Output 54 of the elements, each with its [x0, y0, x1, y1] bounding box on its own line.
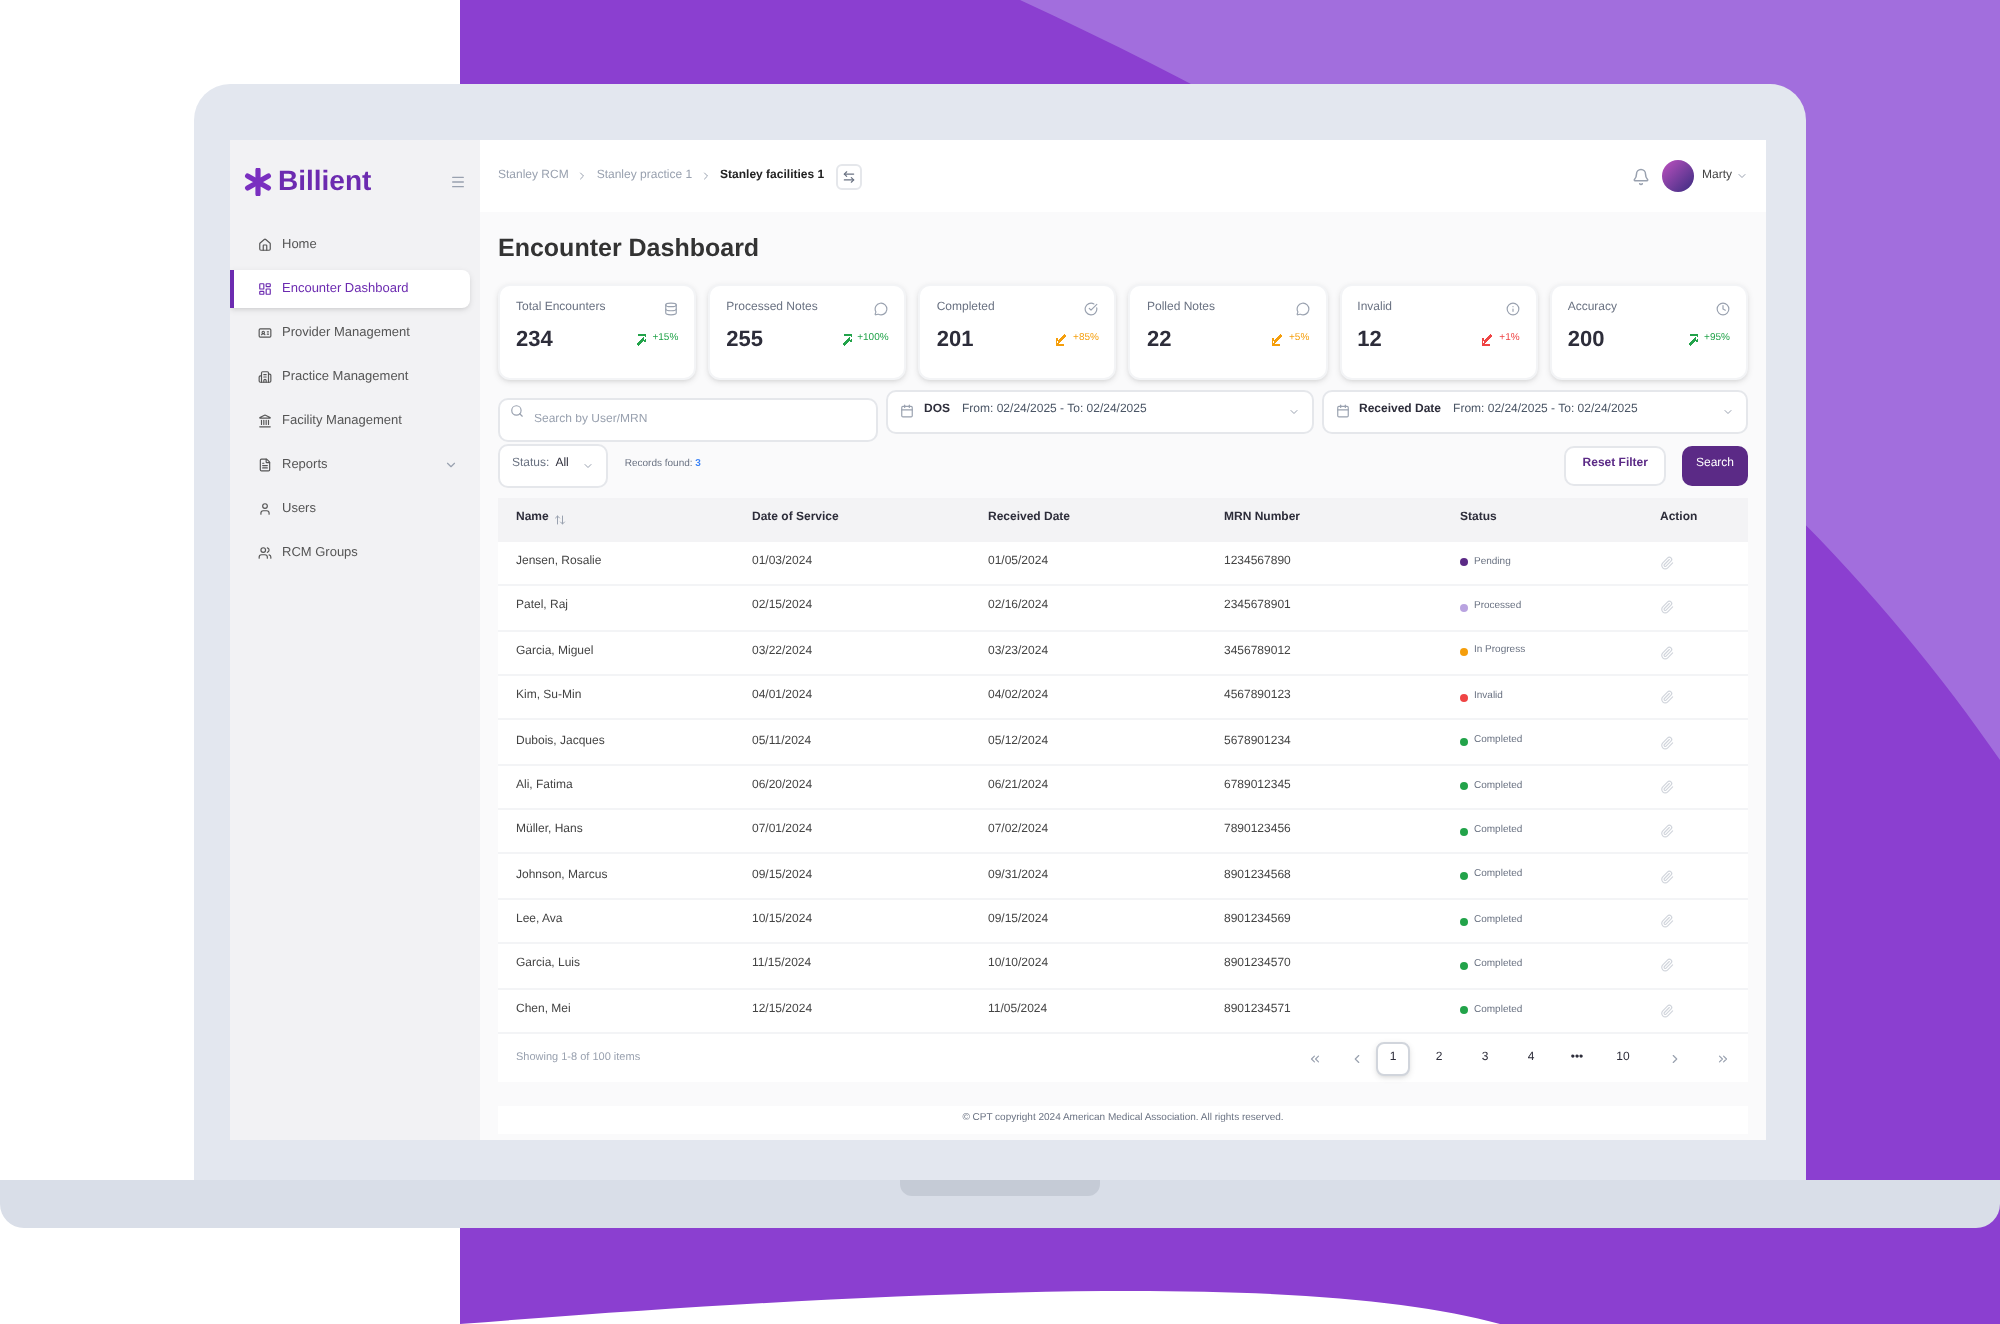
attachment-icon[interactable] [1660, 645, 1674, 660]
stat-value: 12 [1357, 325, 1382, 356]
stat-value: 234 [516, 325, 553, 356]
users-icon [258, 546, 272, 560]
asterisk-logo-icon [244, 167, 272, 195]
swap-arrows-icon [842, 169, 857, 183]
database-icon [664, 301, 679, 316]
first-page-icon[interactable] [1308, 1051, 1322, 1066]
logo-text: Billient [278, 162, 372, 200]
bank-icon [258, 414, 272, 428]
grid-icon [258, 282, 272, 296]
chat-bubble-icon [874, 301, 889, 316]
chevron-icon [1736, 170, 1748, 182]
house-icon [258, 238, 272, 252]
user-icon [258, 502, 272, 516]
stat-value: 255 [726, 325, 764, 356]
switch-button[interactable] [836, 163, 863, 189]
search-icon [510, 404, 524, 419]
document-icon [258, 458, 272, 472]
attachment-icon[interactable] [1660, 735, 1674, 749]
info-icon [1505, 301, 1520, 316]
chevron-icon [582, 459, 595, 472]
chevron-icon [1722, 405, 1734, 418]
attachment-icon[interactable] [1660, 1003, 1674, 1018]
stat-value: 22 [1146, 325, 1172, 356]
avatar[interactable] [1662, 160, 1694, 192]
chevron-icon [1287, 405, 1299, 418]
last-page-icon[interactable] [1716, 1051, 1730, 1066]
attachment-icon[interactable] [1660, 824, 1674, 839]
menu-icon[interactable] [450, 173, 466, 189]
stat-value: 200 [1567, 325, 1605, 356]
attachment-icon[interactable] [1660, 690, 1674, 705]
chevron-icon [700, 170, 713, 182]
calendar-icon [1335, 404, 1349, 419]
check-circle-icon [1084, 301, 1099, 316]
previous-page-icon[interactable] [1350, 1051, 1364, 1066]
page-title: Encounter Dashboard [498, 232, 762, 266]
attachment-icon[interactable] [1660, 914, 1674, 929]
attachment-icon[interactable] [1660, 779, 1674, 794]
attachment-icon[interactable] [1660, 869, 1674, 884]
chevron-icon[interactable] [444, 458, 458, 472]
attachment-icon[interactable] [1660, 555, 1674, 570]
id-card-icon [258, 326, 272, 340]
attachment-icon[interactable] [1660, 958, 1674, 973]
clock-icon [1715, 301, 1730, 316]
sort-icon[interactable] [554, 513, 567, 526]
next-page-icon[interactable] [1668, 1051, 1682, 1066]
stat-value: 201 [936, 325, 974, 356]
bell-icon[interactable] [1632, 167, 1650, 185]
chevron-icon [576, 170, 589, 182]
calendar-icon [900, 404, 914, 419]
building-icon [258, 370, 272, 384]
attachment-icon[interactable] [1660, 600, 1674, 615]
chat-bubble-icon [1295, 301, 1310, 316]
